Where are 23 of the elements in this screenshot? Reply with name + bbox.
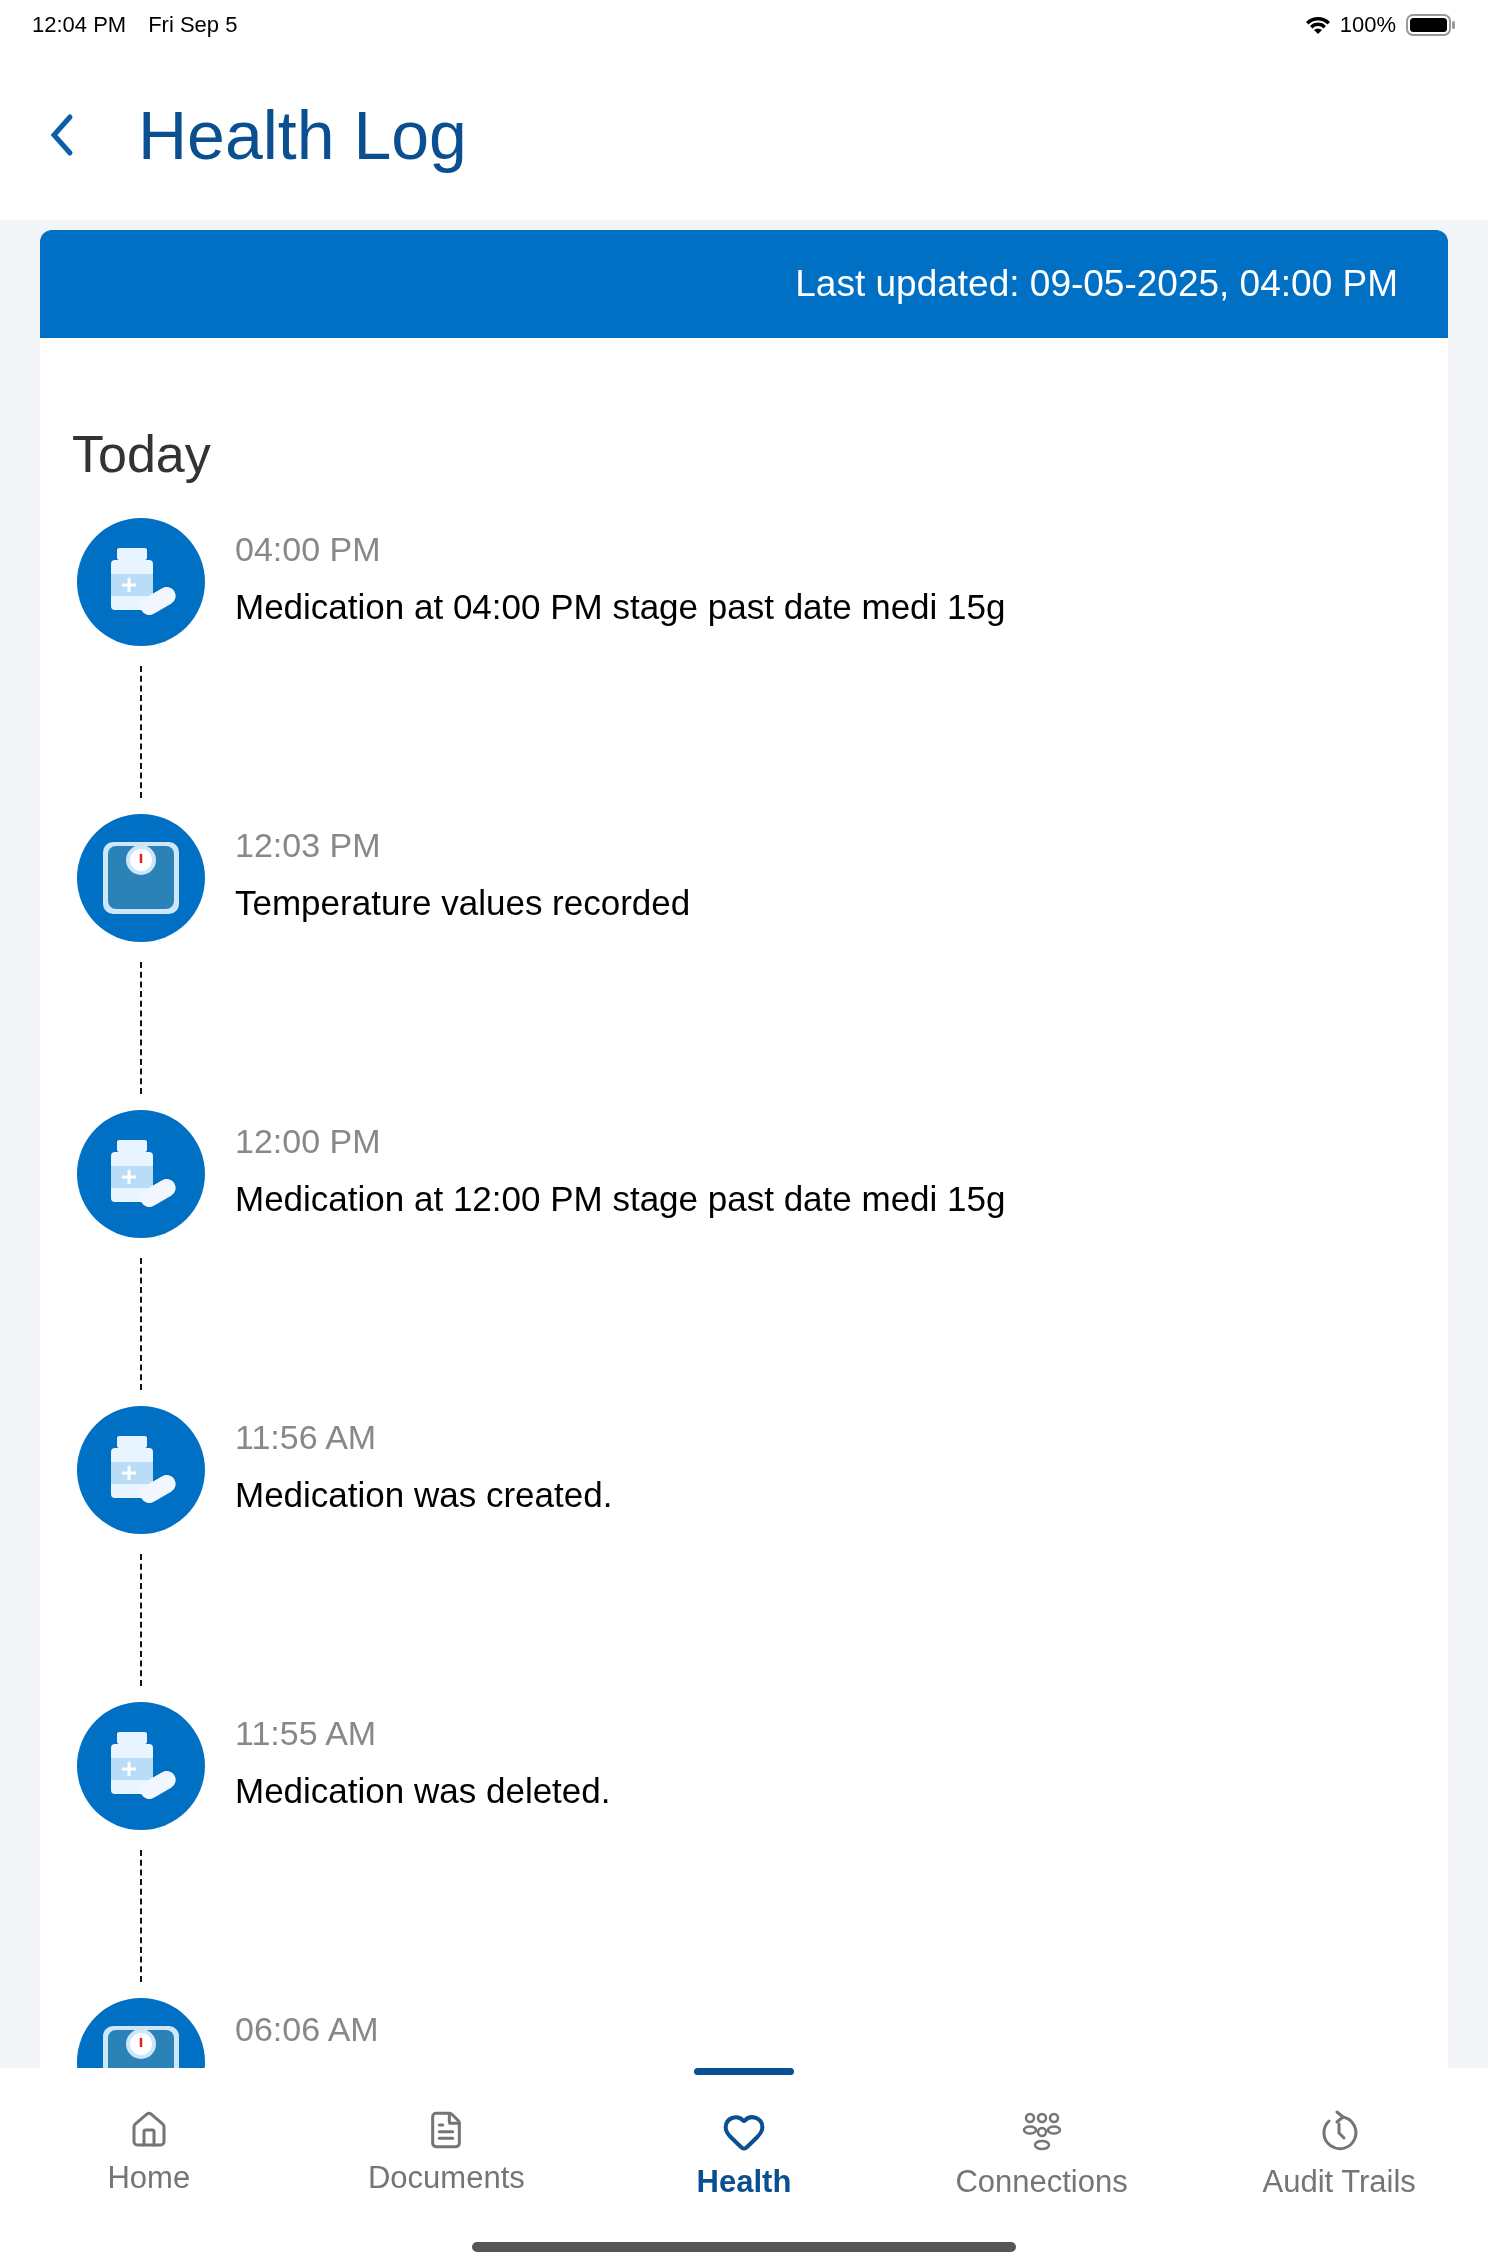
nav-tab[interactable]: Home — [0, 2068, 298, 2266]
page-title: Health Log — [138, 96, 467, 174]
entry-time: 04:00 PM — [235, 530, 382, 569]
nav-tab[interactable]: Audit Trails — [1190, 2068, 1488, 2266]
entry-time: 12:00 PM — [235, 1122, 382, 1161]
nav-tab[interactable]: Connections — [892, 2068, 1191, 2266]
entry-description: Medication at 04:00 PM stage past date medi 15g — [235, 587, 1006, 627]
status-date: Fri Sep 5 — [148, 12, 238, 38]
status-time: 12:04 PM — [32, 12, 127, 38]
entry-description: Medication was created. — [235, 1475, 613, 1515]
last-updated-text: Last updated: 09-05-2025, 04:00 PM — [795, 263, 1398, 305]
entry-time: 11:56 AM — [235, 1418, 378, 1457]
entry-time: 12:03 PM — [235, 826, 382, 865]
entry-time: 06:06 AM — [235, 2010, 379, 2049]
battery-icon — [1406, 13, 1456, 37]
entry-description: Temperature values recorded — [235, 883, 691, 923]
battery-percent: 100% — [1339, 12, 1396, 38]
entry-description: Medication was deleted. — [235, 1771, 611, 1811]
nav-tab[interactable]: Documents — [297, 2068, 596, 2266]
entry-time: 11:55 AM — [235, 1714, 378, 1753]
nav-tab[interactable]: Health — [595, 2068, 893, 2266]
section-heading: Today — [72, 424, 212, 484]
entry-description: Medication at 12:00 PM stage past date medi 15g — [235, 1179, 1006, 1219]
